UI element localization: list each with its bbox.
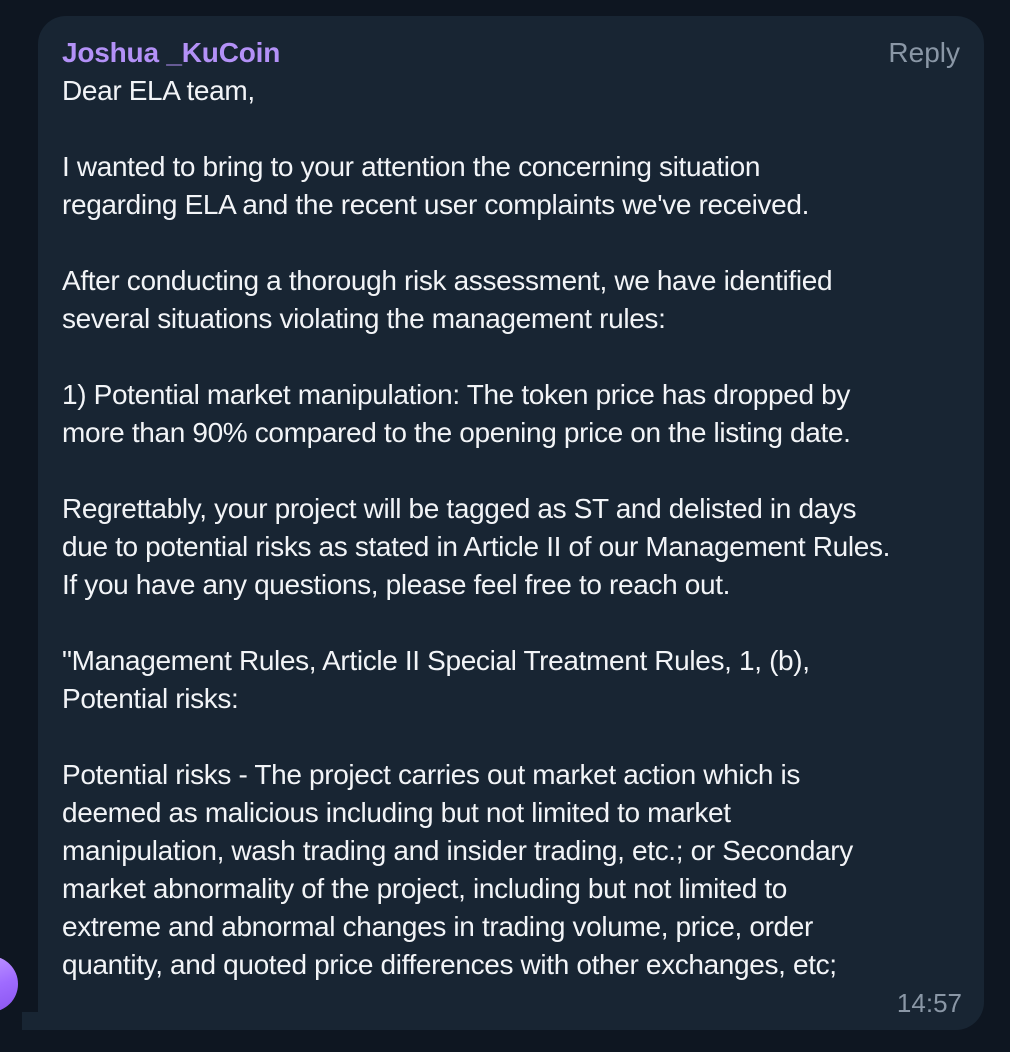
reply-button[interactable]: Reply: [888, 34, 960, 72]
message-header: Joshua _KuCoin Reply: [62, 34, 960, 72]
sender-name[interactable]: Joshua _KuCoin: [62, 34, 280, 72]
message-paragraph: Potential risks - The project carries ou…: [62, 759, 853, 980]
message-paragraph: "Management Rules, Article II Special Tr…: [62, 645, 810, 714]
message-paragraph: I wanted to bring to your attention the …: [62, 151, 810, 220]
message-text: Dear ELA team, I wanted to bring to your…: [62, 72, 960, 984]
chat-area: Joshua _KuCoin Reply Dear ELA team, I wa…: [0, 0, 1010, 1052]
message-bubble[interactable]: Joshua _KuCoin Reply Dear ELA team, I wa…: [38, 16, 984, 1030]
message-paragraph: 1) Potential market manipulation: The to…: [62, 379, 851, 448]
message-paragraph: Regrettably, your project will be tagged…: [62, 493, 891, 600]
message-paragraph: Dear ELA team,: [62, 75, 255, 106]
message-paragraph: After conducting a thorough risk assessm…: [62, 265, 833, 334]
message-timestamp: 14:57: [896, 988, 962, 1018]
